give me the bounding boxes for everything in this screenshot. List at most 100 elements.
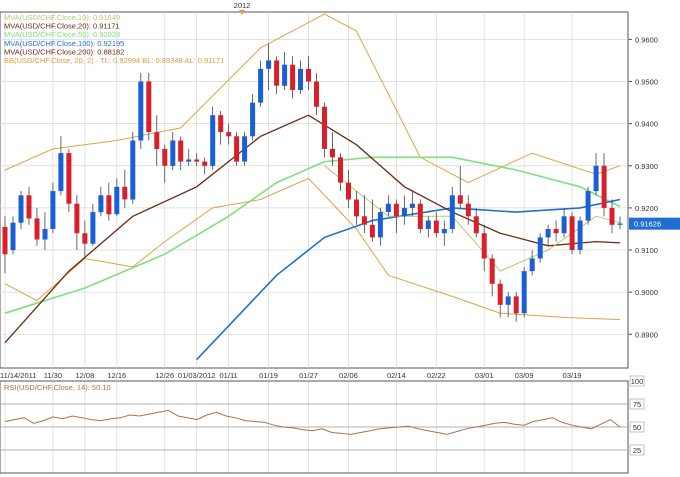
candle-body	[585, 191, 591, 221]
candle-body	[561, 216, 567, 234]
candle-body	[82, 233, 88, 244]
candle-body	[258, 68, 264, 103]
candle-body	[74, 203, 80, 234]
candle-body	[202, 161, 208, 166]
y-tick-label: 0.9500	[635, 78, 658, 87]
x-tick-label: 11/14/2011	[0, 371, 36, 380]
candle-body	[577, 220, 583, 250]
candle-body	[393, 203, 399, 217]
year-marker-label: 2012	[234, 1, 251, 10]
candle-body	[322, 106, 327, 149]
candle-body	[146, 81, 152, 133]
x-tick-label: 03/09	[515, 371, 534, 380]
candle-body	[601, 165, 607, 208]
candle-body	[417, 203, 423, 229]
candle-body	[10, 222, 16, 251]
candle-body	[242, 136, 248, 162]
candle-body	[130, 140, 136, 200]
x-tick-label: 02/06	[339, 371, 358, 380]
candle-body	[441, 229, 447, 234]
candle-body	[425, 220, 431, 229]
candle-body	[513, 296, 519, 314]
candle-body	[234, 136, 240, 162]
candle-body	[122, 186, 128, 200]
candle-body	[178, 140, 184, 162]
candle-body	[489, 258, 495, 284]
candle-body	[593, 165, 599, 192]
y-tick-label: 0.9600	[635, 35, 658, 44]
candle-body	[553, 229, 559, 234]
x-tick-label: 01/03/2012	[178, 371, 216, 380]
candle-body	[505, 296, 511, 305]
x-tick-label: 01/27	[299, 371, 318, 380]
y-tick-label: 0.9100	[635, 246, 658, 255]
candle-body	[497, 283, 503, 305]
x-tick-label: 01/11	[220, 371, 238, 380]
candle-body	[226, 132, 232, 137]
candle-body	[473, 216, 479, 234]
candle-body	[282, 64, 288, 86]
x-tick-label: 11/30	[44, 371, 62, 380]
y-tick-label: 0.8900	[635, 330, 658, 339]
candle-body	[361, 216, 367, 225]
candle-body	[194, 159, 200, 162]
candle-body	[58, 153, 64, 191]
y-tick-label: 0.9000	[635, 288, 658, 297]
candle-body	[433, 220, 439, 234]
candle-body	[274, 60, 280, 86]
candle-body	[465, 203, 471, 217]
y-tick-label: 0.9300	[635, 162, 658, 171]
candle-body	[266, 60, 272, 69]
candle-body	[537, 237, 543, 259]
candle-body	[210, 115, 216, 166]
rsi-tick-label: 75	[633, 400, 641, 409]
candle-body	[34, 218, 40, 240]
candle-body	[401, 207, 407, 217]
candle-body	[186, 159, 192, 162]
candle-body	[481, 233, 487, 259]
candle-body	[409, 203, 415, 208]
last-price-label: 0.91626	[634, 220, 661, 229]
candle-body	[617, 223, 623, 225]
candle-body	[385, 203, 391, 213]
candle-body	[569, 216, 575, 250]
y-tick-label: 0.9400	[635, 120, 658, 129]
x-tick-label: 03/01	[475, 371, 494, 380]
candle-body	[314, 81, 319, 107]
candle-body	[545, 229, 551, 238]
candle-body	[377, 212, 383, 238]
candle-body	[18, 195, 24, 223]
candle-body	[330, 148, 335, 158]
candle-body	[369, 224, 375, 238]
x-tick-label: 03/19	[563, 371, 582, 380]
candle-body	[250, 102, 256, 137]
candle-body	[50, 191, 56, 229]
candle-body	[26, 195, 32, 219]
candle-body	[90, 212, 96, 244]
candle-body	[2, 226, 8, 255]
rsi-label: RSI(USD/CHF.Close, 14): 50.10	[4, 383, 111, 392]
candle-body	[529, 258, 535, 272]
x-tick-label: 12/26	[155, 371, 174, 380]
rsi-tick-label: 50	[633, 423, 641, 432]
x-tick-label: 12/16	[107, 371, 126, 380]
candle-body	[449, 195, 455, 229]
candle-body	[42, 229, 48, 240]
usdchf-chart: 0.9600 0.9500 0.9400 0.9300 0.9200 0.9100 0.90…	[0, 0, 680, 477]
rsi-tick-label: 100	[631, 377, 644, 386]
y-tick-label: 0.9200	[635, 204, 658, 213]
candle-body	[162, 148, 168, 166]
candle-body	[154, 132, 160, 149]
candle-body	[354, 199, 359, 217]
candle-body	[106, 195, 112, 215]
candle-body	[338, 157, 343, 183]
candle-body	[609, 207, 615, 225]
candle-body	[346, 182, 351, 200]
candle-body	[138, 81, 144, 141]
legend-entry: BB(USD/CHF.Close, 20, 2) · TL: 0.92994 B…	[4, 56, 224, 65]
candle-body	[521, 271, 527, 314]
candle-body	[457, 195, 463, 204]
candle-body	[98, 195, 104, 213]
candle-body	[218, 115, 224, 133]
x-tick-label: 12/08	[75, 371, 94, 380]
